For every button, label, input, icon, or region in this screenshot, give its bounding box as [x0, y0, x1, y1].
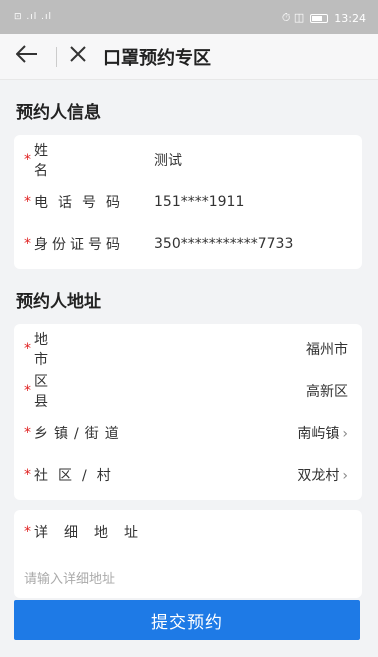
page-title: 口罩预约专区 — [103, 47, 211, 69]
id-value: 350***********7733 — [154, 236, 294, 252]
district-label: 区县 — [34, 374, 108, 410]
phone-row: * 电话号码 151****1911 — [24, 181, 352, 223]
town-value: 南屿镇 — [297, 426, 340, 442]
clock: 13:24 — [334, 11, 366, 25]
community-row[interactable]: * 社区/村 双龙村 › — [24, 454, 352, 496]
detail-address-card: * 详细地址 请输入详细地址 — [14, 510, 362, 598]
applicant-info-card: * 姓名 测试 * 电话号码 151****1911 * 身份证号码 350**… — [14, 135, 362, 269]
form-content: 预约人信息 * 姓名 测试 * 电话号码 151****1911 * 身份证号码… — [0, 98, 378, 598]
applicant-info-title: 预约人信息 — [16, 103, 101, 123]
city-value: 福州市 — [306, 342, 348, 358]
close-icon[interactable] — [69, 45, 97, 68]
name-value: 测试 — [154, 153, 182, 169]
nav-divider — [56, 46, 57, 67]
navigation-bar: 口罩预约专区 — [0, 34, 378, 80]
name-label: 姓名 — [34, 143, 108, 179]
detail-address-label: 详细地址 — [34, 525, 154, 541]
applicant-address-card: * 地市 福州市 * 区县 高新区 * 乡镇/街道 南屿镇 › * 社区/村 双… — [14, 324, 362, 500]
chevron-right-icon: › — [342, 426, 348, 442]
battery-icon — [310, 13, 329, 23]
status-bar: ⊡ .ıl .ıl ⏱ ◫ 13:24 — [0, 0, 378, 34]
signal-indicators: ⊡ .ıl .ıl — [14, 12, 52, 22]
chevron-right-icon: › — [342, 468, 348, 484]
district-value: 高新区 — [306, 384, 348, 400]
district-row[interactable]: * 区县 高新区 — [24, 370, 352, 412]
town-label: 乡镇/街道 — [34, 426, 125, 442]
town-row[interactable]: * 乡镇/街道 南屿镇 › — [24, 412, 352, 454]
city-label: 地市 — [34, 332, 108, 368]
community-value: 双龙村 — [297, 468, 340, 484]
name-row: * 姓名 测试 — [24, 139, 352, 181]
applicant-address-title: 预约人地址 — [16, 292, 101, 312]
id-row: * 身份证号码 350***********7733 — [24, 223, 352, 265]
status-right: ⏱ ◫ 13:24 — [282, 11, 366, 25]
arrow-left-icon[interactable] — [15, 45, 44, 68]
detail-address-input[interactable]: 请输入详细地址 — [24, 568, 352, 587]
detail-address-row: * 详细地址 — [24, 524, 154, 541]
status-icons: ⏱ ◫ — [281, 11, 305, 24]
city-row[interactable]: * 地市 福州市 — [24, 328, 352, 370]
phone-value: 151****1911 — [154, 194, 245, 210]
community-label: 社区/村 — [34, 468, 121, 484]
phone-label: 电话号码 — [34, 195, 130, 211]
submit-button[interactable]: 提交预约 — [14, 600, 360, 640]
id-label: 身份证号码 — [34, 237, 124, 253]
